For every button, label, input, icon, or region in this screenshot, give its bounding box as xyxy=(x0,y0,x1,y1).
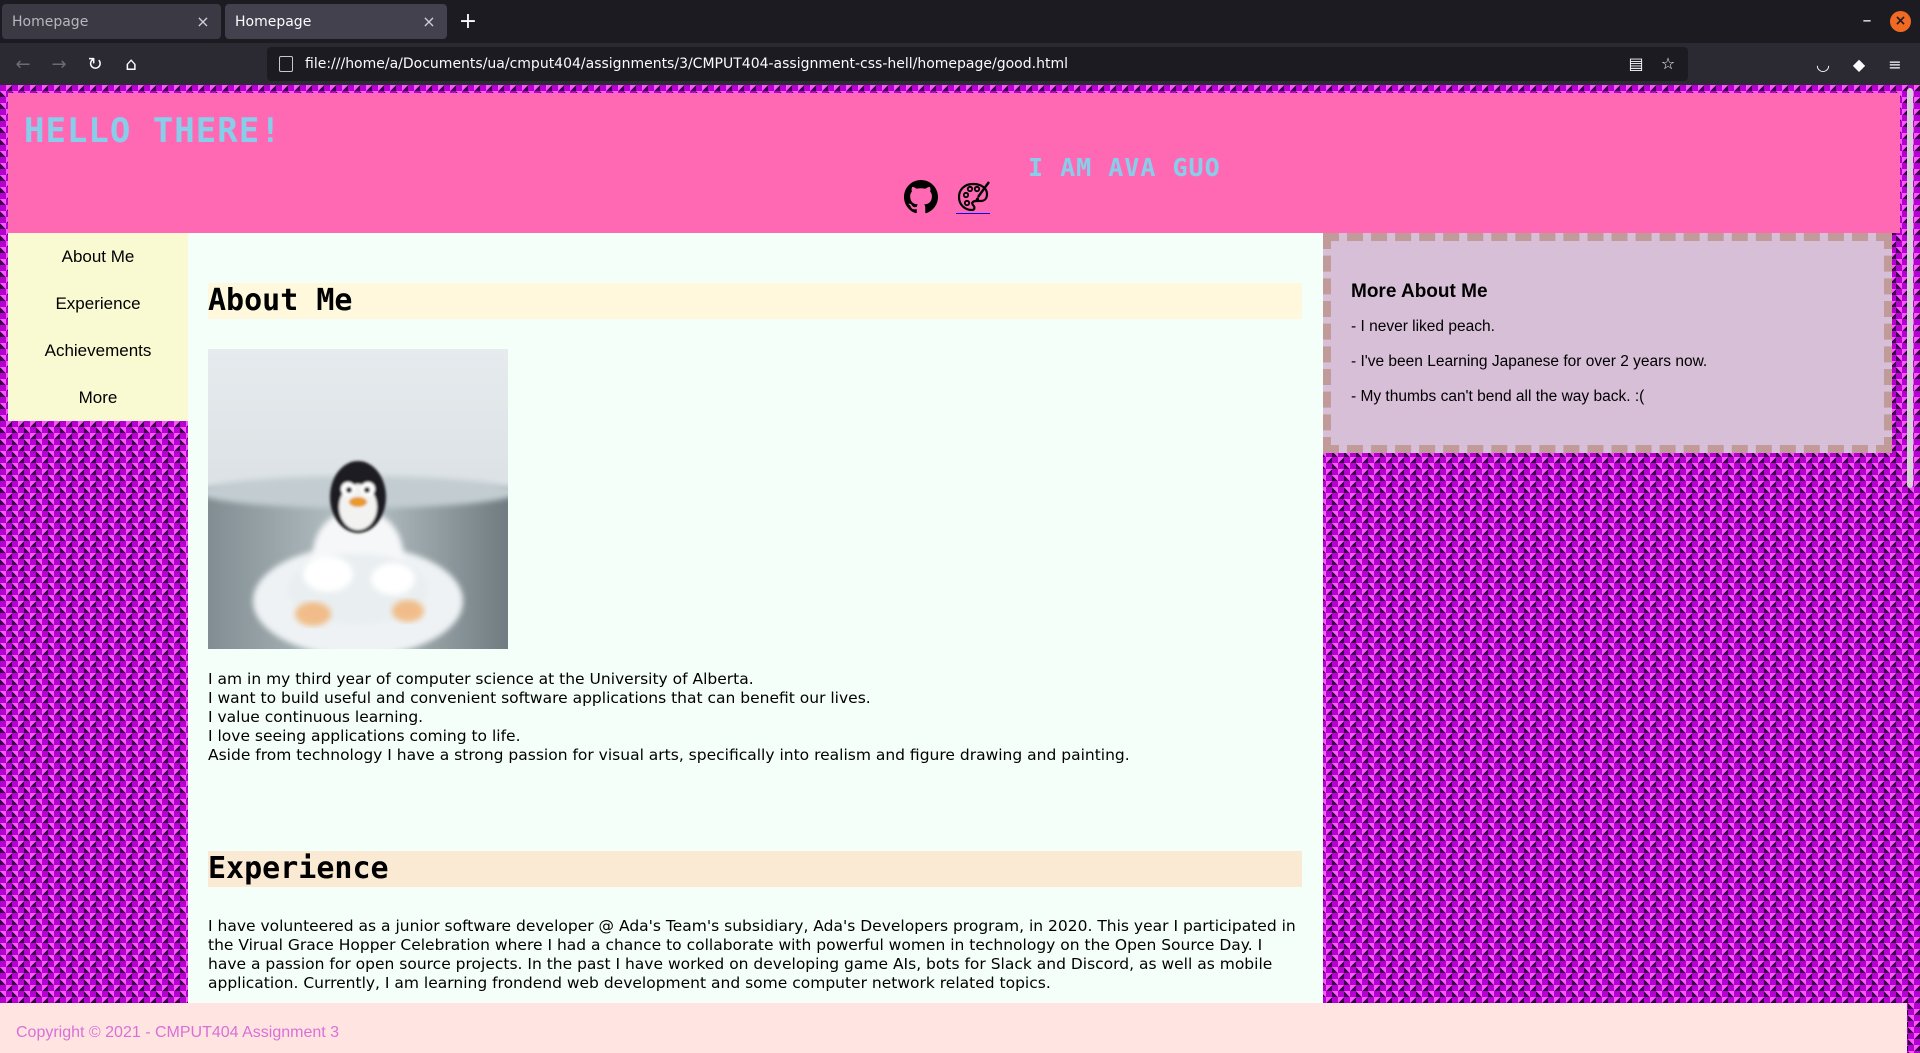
app-menu-icon[interactable]: ≡ xyxy=(1882,52,1908,78)
page-scrollbar[interactable] xyxy=(1907,88,1913,488)
site-footer: Copyright © 2021 - CMPUT404 Assignment 3 xyxy=(0,1003,1907,1053)
navigation-toolbar: ← → ↻ ⌂ file:///home/a/Documents/ua/cmpu… xyxy=(0,43,1920,85)
tab-title: Homepage xyxy=(12,13,89,30)
forward-button[interactable]: → xyxy=(45,51,73,79)
about-line: I value continuous learning. xyxy=(208,708,424,726)
github-icon xyxy=(904,180,938,214)
name-subtitle: I AM AVA GUO xyxy=(1028,153,1221,182)
bookmark-star-icon[interactable]: ☆ xyxy=(1656,52,1680,76)
about-line: I love seeing applications coming to lif… xyxy=(208,727,521,745)
palette-icon xyxy=(957,181,990,212)
close-window-button[interactable]: × xyxy=(1890,11,1911,32)
experience-paragraph: I have volunteered as a junior software … xyxy=(208,917,1296,992)
tab-homepage-1[interactable]: Homepage × xyxy=(2,4,221,39)
site-header: HELLO THERE! I AM AVA GUO xyxy=(8,93,1900,233)
back-button[interactable]: ← xyxy=(9,51,37,79)
nav-link-experience[interactable]: Experience xyxy=(8,280,188,327)
more-about-me-heading: More About Me xyxy=(1351,281,1488,302)
home-button[interactable]: ⌂ xyxy=(117,51,145,79)
copyright-text: Copyright © 2021 - CMPUT404 Assignment 3 xyxy=(16,1024,340,1041)
side-navigation: About Me Experience Achievements More xyxy=(8,233,188,421)
reader-view-icon[interactable]: ▤ xyxy=(1624,52,1648,76)
pocket-icon[interactable]: ◡ xyxy=(1810,52,1836,78)
main-content: About Me I am in my third year of comput… xyxy=(188,233,1323,1053)
art-portfolio-link[interactable] xyxy=(956,180,990,214)
about-me-heading: About Me xyxy=(208,283,1302,319)
more-about-me-sidebar: More About Me - I never liked peach. - I… xyxy=(1323,233,1892,453)
about-line: Aside from technology I have a strong pa… xyxy=(208,746,1130,764)
tab-title: Homepage xyxy=(235,13,312,30)
about-line: I want to build useful and convenient so… xyxy=(208,689,871,707)
reload-button[interactable]: ↻ xyxy=(81,51,109,79)
about-me-paragraph: I am in my third year of computer scienc… xyxy=(208,670,1298,765)
page-icon xyxy=(279,56,293,72)
fact-item: - I never liked peach. xyxy=(1351,318,1495,335)
close-icon[interactable]: × xyxy=(421,13,437,30)
fact-item: - My thumbs can't bend all the way back.… xyxy=(1351,388,1645,405)
nav-link-about-me[interactable]: About Me xyxy=(8,233,188,280)
nav-link-more[interactable]: More xyxy=(8,374,188,421)
experience-heading: Experience xyxy=(208,851,1302,887)
nav-link-achievements[interactable]: Achievements xyxy=(8,327,188,374)
penguin-photo xyxy=(208,349,508,649)
about-line: I am in my third year of computer scienc… xyxy=(208,670,754,688)
tab-bar: Homepage × Homepage × + – × xyxy=(0,0,1920,43)
close-icon[interactable]: × xyxy=(195,13,211,30)
page-viewport: HELLO THERE! I AM AVA GUO About Me Exper… xyxy=(0,85,1920,1053)
url-bar[interactable]: file:///home/a/Documents/ua/cmput404/ass… xyxy=(267,47,1688,81)
url-text[interactable]: file:///home/a/Documents/ua/cmput404/ass… xyxy=(305,56,1624,72)
minimize-window-button[interactable]: – xyxy=(1855,10,1879,34)
new-tab-button[interactable]: + xyxy=(455,10,481,36)
extension-icon[interactable]: ◆ xyxy=(1846,52,1872,78)
github-link[interactable] xyxy=(904,180,938,214)
fact-item: - I've been Learning Japanese for over 2… xyxy=(1351,353,1708,370)
greeting-heading: HELLO THERE! xyxy=(24,111,282,151)
tab-homepage-2[interactable]: Homepage × xyxy=(225,4,447,39)
